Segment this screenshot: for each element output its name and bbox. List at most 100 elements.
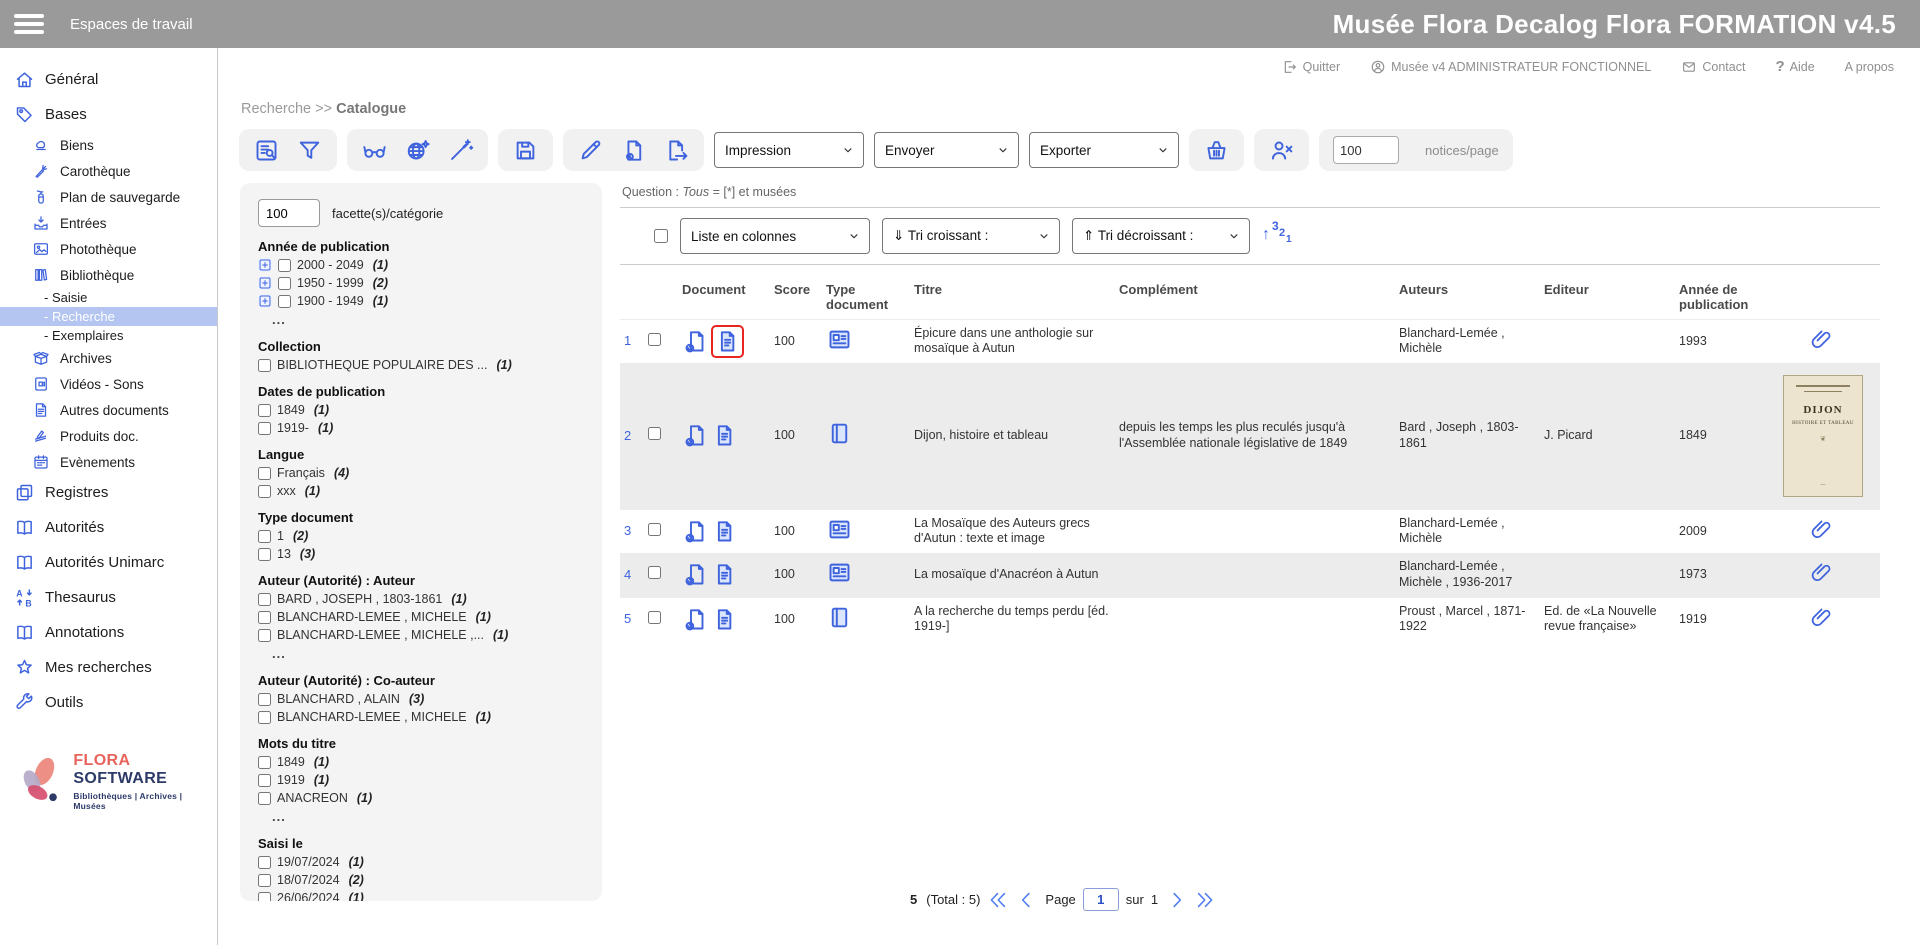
facet-checkbox[interactable] [258, 530, 271, 543]
page-export-button[interactable] [663, 137, 690, 164]
sidebar-item-carotheque[interactable]: Carothèque [0, 158, 217, 184]
funnel-button[interactable] [296, 137, 323, 164]
facet-checkbox[interactable] [258, 422, 271, 435]
sidebar-item-phototheque[interactable]: Photothèque [0, 236, 217, 262]
facet-checkbox[interactable] [258, 485, 271, 498]
sidebar-item-produits-doc[interactable]: Produits doc. [0, 423, 217, 449]
facet-checkbox[interactable] [258, 756, 271, 769]
facet-more-link[interactable]: ... [272, 809, 586, 824]
row-checkbox[interactable] [648, 427, 661, 440]
page-view-button[interactable] [711, 561, 738, 588]
page-copy-button[interactable] [682, 606, 709, 633]
facet-checkbox[interactable] [258, 693, 271, 706]
sidebar-item-thesaurus[interactable]: ABThesaurus [0, 580, 217, 615]
row-number-link[interactable]: 1 [620, 329, 648, 353]
expand-plus-icon[interactable] [258, 258, 272, 272]
sidebar-item-exemplaires[interactable]: - Exemplaires [0, 326, 217, 345]
save-button[interactable] [512, 137, 539, 164]
page-copy-button[interactable] [682, 328, 709, 355]
page-view-button[interactable] [711, 422, 738, 449]
facet-checkbox[interactable] [258, 611, 271, 624]
page-lock-button[interactable] [620, 137, 647, 164]
sidebar-item-mes-recherches[interactable]: Mes recherches [0, 650, 217, 685]
row-checkbox[interactable] [648, 566, 661, 579]
facet-checkbox[interactable] [258, 629, 271, 642]
magic-wand-button[interactable] [447, 137, 474, 164]
facet-checkbox[interactable] [278, 295, 291, 308]
sidebar-item-entrees[interactable]: Entrées [0, 210, 217, 236]
sidebar-item-registres[interactable]: Registres [0, 475, 217, 510]
envoyer-select[interactable]: Envoyer [874, 132, 1019, 168]
sidebar-item-biens[interactable]: Biens [0, 132, 217, 158]
paperclip-icon[interactable] [1809, 327, 1834, 352]
paperclip-icon[interactable] [1809, 605, 1834, 630]
facet-checkbox[interactable] [258, 467, 271, 480]
exporter-select[interactable]: Exporter [1029, 132, 1179, 168]
sidebar-item-bases[interactable]: Bases [0, 97, 217, 132]
page-view-button[interactable] [711, 325, 744, 358]
page-copy-button[interactable] [682, 422, 709, 449]
row-checkbox[interactable] [648, 333, 661, 346]
sidebar-item-evenements[interactable]: Evènements [0, 449, 217, 475]
facet-checkbox[interactable] [258, 856, 271, 869]
row-checkbox[interactable] [648, 611, 661, 624]
pencil-button[interactable] [577, 137, 604, 164]
person-x-button[interactable] [1268, 137, 1295, 164]
contact-link[interactable]: Contact [1681, 59, 1745, 75]
glasses-button[interactable] [361, 137, 388, 164]
workspaces-link[interactable]: Espaces de travail [70, 16, 193, 33]
paperclip-icon[interactable] [1809, 560, 1834, 585]
paperclip-icon[interactable] [1809, 517, 1834, 542]
page-view-button[interactable] [711, 518, 738, 545]
row-number-link[interactable]: 3 [620, 519, 648, 543]
facet-checkbox[interactable] [258, 774, 271, 787]
view-mode-select[interactable]: Liste en colonnes [680, 218, 870, 254]
page-copy-button[interactable] [682, 518, 709, 545]
row-number-link[interactable]: 2 [620, 424, 648, 448]
impression-select[interactable]: Impression [714, 132, 864, 168]
last-page-button[interactable] [1194, 889, 1216, 911]
page-copy-button[interactable] [682, 561, 709, 588]
form-search-button[interactable] [253, 137, 280, 164]
facet-more-link[interactable]: ... [272, 312, 586, 327]
facet-checkbox[interactable] [278, 277, 291, 290]
page-input[interactable] [1083, 888, 1119, 911]
page-view-button[interactable] [711, 606, 738, 633]
breadcrumb-section[interactable]: Recherche >> [241, 101, 332, 117]
notices-per-page-input[interactable] [1333, 136, 1399, 164]
facet-checkbox[interactable] [258, 593, 271, 606]
sidebar-item-autorites-unimarc[interactable]: Autorités Unimarc [0, 545, 217, 580]
menu-icon[interactable] [10, 9, 48, 39]
aide-link[interactable]: ? Aide [1775, 58, 1814, 75]
facet-checkbox[interactable] [258, 548, 271, 561]
sidebar-item-outils[interactable]: Outils [0, 685, 217, 720]
row-number-link[interactable]: 4 [620, 563, 648, 587]
select-all-checkbox[interactable] [654, 229, 668, 243]
basket-button[interactable] [1203, 137, 1230, 164]
sidebar-item-recherche[interactable]: - Recherche [0, 307, 217, 326]
facet-count-input[interactable] [258, 199, 320, 227]
next-page-button[interactable] [1165, 889, 1187, 911]
cover-thumbnail[interactable]: DIJONHISTOIRE ET TABLEAU❦— [1783, 375, 1863, 497]
sort-ascending-select[interactable]: ⇓ Tri croissant : [882, 218, 1060, 254]
sidebar-item-saisie[interactable]: - Saisie [0, 288, 217, 307]
sidebar-item-archives[interactable]: Archives [0, 345, 217, 371]
sidebar-item-annotations[interactable]: Annotations [0, 615, 217, 650]
multi-sort-icon[interactable]: 321↑ [1262, 222, 1292, 250]
expand-plus-icon[interactable] [258, 276, 272, 290]
apropos-link[interactable]: A propos [1845, 60, 1894, 74]
facet-checkbox[interactable] [258, 874, 271, 887]
facet-checkbox[interactable] [258, 404, 271, 417]
sidebar-item-bibliotheque[interactable]: Bibliothèque [0, 262, 217, 288]
first-page-button[interactable] [987, 889, 1009, 911]
facet-checkbox[interactable] [258, 892, 271, 902]
sidebar-item-videos-sons[interactable]: Vidéos - Sons [0, 371, 217, 397]
expand-plus-icon[interactable] [258, 294, 272, 308]
facet-checkbox[interactable] [258, 359, 271, 372]
facet-checkbox[interactable] [278, 259, 291, 272]
facet-checkbox[interactable] [258, 711, 271, 724]
quitter-link[interactable]: Quitter [1282, 59, 1341, 75]
sidebar-item-plan-de-sauvegarde[interactable]: Plan de sauvegarde [0, 184, 217, 210]
row-number-link[interactable]: 5 [620, 607, 648, 631]
sidebar-item-autorites[interactable]: Autorités [0, 510, 217, 545]
